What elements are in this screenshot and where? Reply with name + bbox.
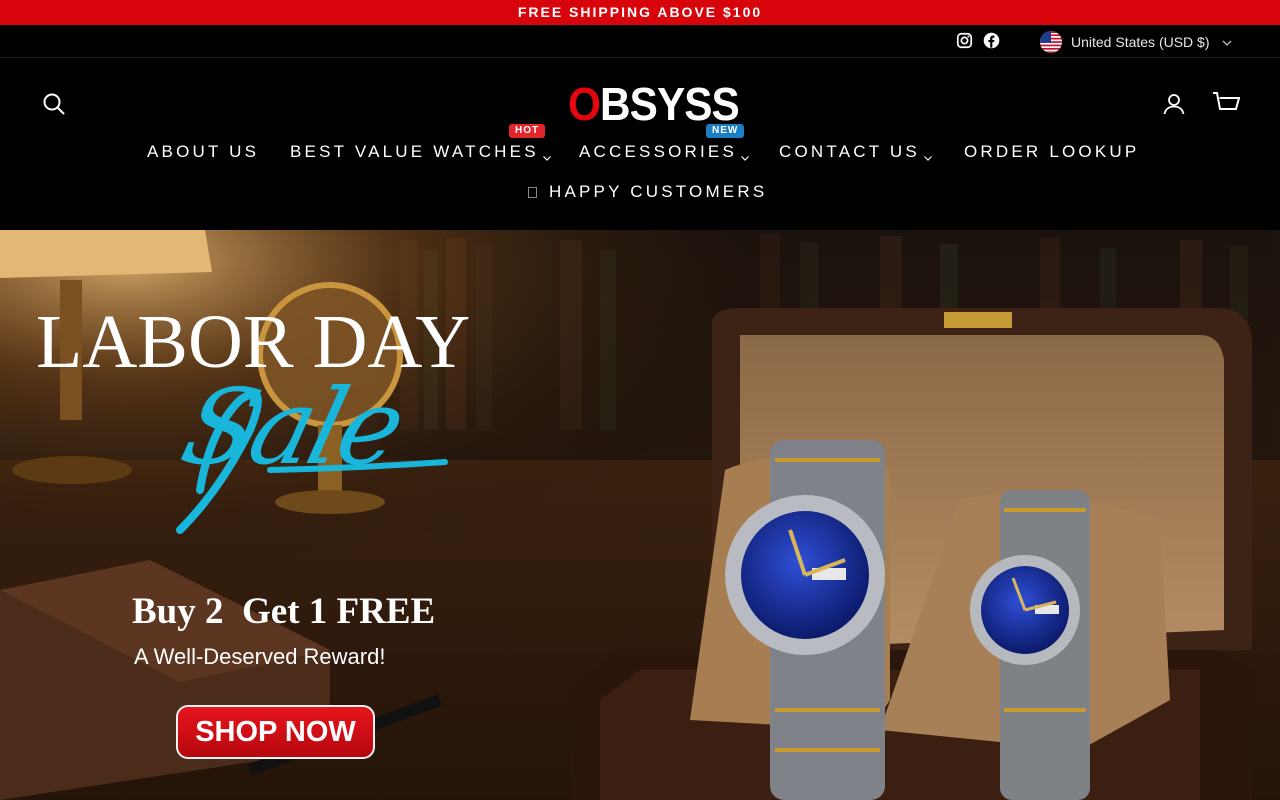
chevron-down-icon <box>542 148 552 161</box>
logo-text: BSYSS <box>599 78 740 130</box>
nav-item-label: ABOUT US <box>147 142 260 161</box>
hero-subline: A Well-Deserved Reward! <box>134 644 386 669</box>
nav-item-label: BEST VALUE WATCHES <box>290 142 539 161</box>
instagram-icon[interactable] <box>956 32 973 49</box>
hot-badge: HOT <box>509 124 546 138</box>
account-icon[interactable] <box>1162 92 1186 116</box>
nav-item-label: CONTACT US <box>779 142 920 161</box>
nav-item-happy-customers[interactable]: HAPPY CUSTOMERS <box>528 182 767 202</box>
nav-item-best-value-watches[interactable]: BEST VALUE WATCHES <box>290 142 552 162</box>
chevron-down-icon <box>740 148 750 161</box>
nav-item-label: ORDER LOOKUP <box>964 142 1140 161</box>
announcement-bar: FREE SHIPPING ABOVE $100 <box>0 0 1280 25</box>
nav-item-label: ACCESSORIES <box>579 142 738 161</box>
facebook-icon[interactable] <box>983 32 1000 49</box>
hero-script-word: Sale <box>170 366 414 488</box>
nav-item-order-lookup[interactable]: ORDER LOOKUP <box>964 142 1139 162</box>
site-logo[interactable]: OBSYSS <box>568 78 740 130</box>
new-badge: NEW <box>706 124 745 138</box>
shop-now-button[interactable]: SHOP NOW <box>176 705 375 759</box>
search-icon[interactable] <box>42 92 66 116</box>
nav-item-about-us[interactable]: ABOUT US <box>147 142 259 162</box>
logo-letter-o: O <box>568 78 601 130</box>
site-header: OBSYSS HOT NEW ABOUT US BEST VALUE WATCH… <box>0 58 1280 230</box>
missing-glyph-icon <box>528 186 537 198</box>
currency-label: United States (USD $) <box>1071 34 1210 50</box>
nav-item-contact-us[interactable]: CONTACT US <box>779 142 933 162</box>
nav-item-accessories[interactable]: ACCESSORIES <box>579 142 750 162</box>
us-flag-icon <box>1040 31 1062 53</box>
chevron-down-icon <box>923 148 933 161</box>
social-links <box>956 32 1000 49</box>
hero-offer: Buy 2 Get 1 FREE <box>132 591 436 632</box>
nav-item-label: HAPPY CUSTOMERS <box>549 182 768 201</box>
announcement-text: FREE SHIPPING ABOVE $100 <box>517 4 763 20</box>
currency-selector[interactable]: United States (USD $) <box>1040 31 1233 53</box>
utility-bar: United States (USD $) <box>0 25 1280 58</box>
hero-banner[interactable]: LABOR DAY Sale Buy 2 Get 1 FREE A Well-D… <box>0 230 1280 800</box>
chevron-down-icon <box>1221 36 1233 48</box>
cart-icon[interactable] <box>1212 91 1241 117</box>
